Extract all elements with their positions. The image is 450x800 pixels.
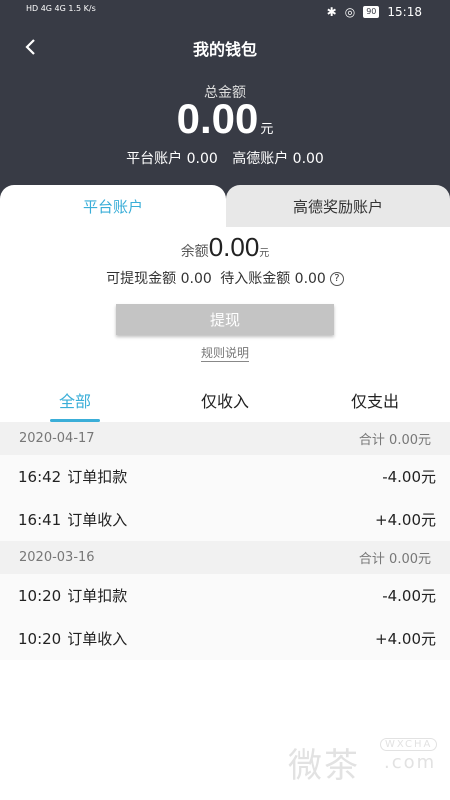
status-time: 15:18 <box>387 5 422 19</box>
nav-bar: 我的钱包 <box>0 28 450 66</box>
watermark-main: 微茶 <box>288 746 360 786</box>
status-bar: HD 4G 4G 1.5 K/s ✱ ◎ 90 15:18 <box>0 0 450 26</box>
balance-amount: 0.00 <box>208 232 260 262</box>
list-item[interactable]: 10:20 订单扣款 -4.00元 <box>0 574 450 617</box>
balance-label: 余额 <box>180 244 209 260</box>
tx-time: 16:42 <box>18 468 62 486</box>
wallet-header: HD 4G 4G 1.5 K/s ✱ ◎ 90 15:18 我的钱包 总金额 0… <box>0 0 450 205</box>
rules-link[interactable]: 规则说明 <box>0 344 450 362</box>
date-header: 2020-04-17 合计 0.00元 <box>0 422 450 455</box>
withdrawable-amount: 可提现金额 0.00 <box>106 271 212 287</box>
date-label: 2020-04-17 <box>19 431 95 446</box>
tx-desc: 订单收入 <box>67 630 128 648</box>
tab-all[interactable]: 全部 <box>0 378 150 422</box>
tx-time: 10:20 <box>18 630 62 648</box>
tx-amount: +4.00元 <box>375 630 436 648</box>
watermark-com: .com <box>384 752 437 773</box>
tx-time: 16:41 <box>18 511 62 529</box>
watermark-badge: WXCHA <box>380 738 438 751</box>
date-sum: 合计 0.00元 <box>358 433 431 448</box>
tx-desc: 订单扣款 <box>67 468 128 486</box>
sub-balance: 可提现金额 0.00 待入账金额 0.00? <box>0 268 450 288</box>
date-header: 2020-03-16 合计 0.00元 <box>0 541 450 574</box>
balance: 余额0.00元 <box>0 232 450 263</box>
tx-desc: 订单收入 <box>67 511 128 529</box>
location-icon: ◎ <box>344 5 356 19</box>
account-tabs: 平台账户 高德奖励账户 <box>0 185 450 227</box>
date-sum: 合计 0.00元 <box>358 552 431 567</box>
tx-amount: +4.00元 <box>375 511 436 529</box>
withdraw-button[interactable]: 提现 <box>116 304 334 335</box>
date-label: 2020-03-16 <box>19 550 95 565</box>
tx-amount: -4.00元 <box>382 587 436 605</box>
balance-unit: 元 <box>259 248 270 259</box>
bluetooth-icon: ✱ <box>326 5 337 19</box>
filter-tabs: 全部 仅收入 仅支出 <box>0 378 450 422</box>
tx-time: 10:20 <box>18 587 62 605</box>
list-item[interactable]: 10:20 订单收入 +4.00元 <box>0 617 450 660</box>
platform-account-total: 平台账户 0.00 <box>126 151 218 167</box>
total-amount-value: 0.00 <box>176 95 259 142</box>
battery-icon: 90 <box>363 6 380 18</box>
sub-account-summary: 平台账户 0.00 高德账户 0.00 <box>0 148 450 168</box>
tx-desc: 订单扣款 <box>67 587 128 605</box>
list-item[interactable]: 16:42 订单扣款 -4.00元 <box>0 455 450 498</box>
tab-platform-account[interactable]: 平台账户 <box>0 185 226 227</box>
page-title: 我的钱包 <box>192 40 257 59</box>
gaode-account-total: 高德账户 0.00 <box>232 151 324 167</box>
pending-amount: 待入账金额 0.00 <box>220 271 326 287</box>
total-amount: 0.00 元 <box>0 95 450 143</box>
watermark-logo: 微茶 WXCHA .com <box>288 738 438 786</box>
tab-gaode-reward-account[interactable]: 高德奖励账户 <box>226 185 450 227</box>
help-icon[interactable]: ? <box>329 272 344 286</box>
total-amount-unit: 元 <box>260 121 274 136</box>
transaction-list: 2020-04-17 合计 0.00元 16:42 订单扣款 -4.00元 16:… <box>0 422 450 660</box>
status-network: HD 4G 4G 1.5 K/s <box>26 4 96 13</box>
tx-amount: -4.00元 <box>382 468 436 486</box>
list-item[interactable]: 16:41 订单收入 +4.00元 <box>0 498 450 541</box>
tab-income-only[interactable]: 仅收入 <box>150 378 300 422</box>
rules-label[interactable]: 规则说明 <box>200 346 249 362</box>
tab-expense-only[interactable]: 仅支出 <box>300 378 450 422</box>
